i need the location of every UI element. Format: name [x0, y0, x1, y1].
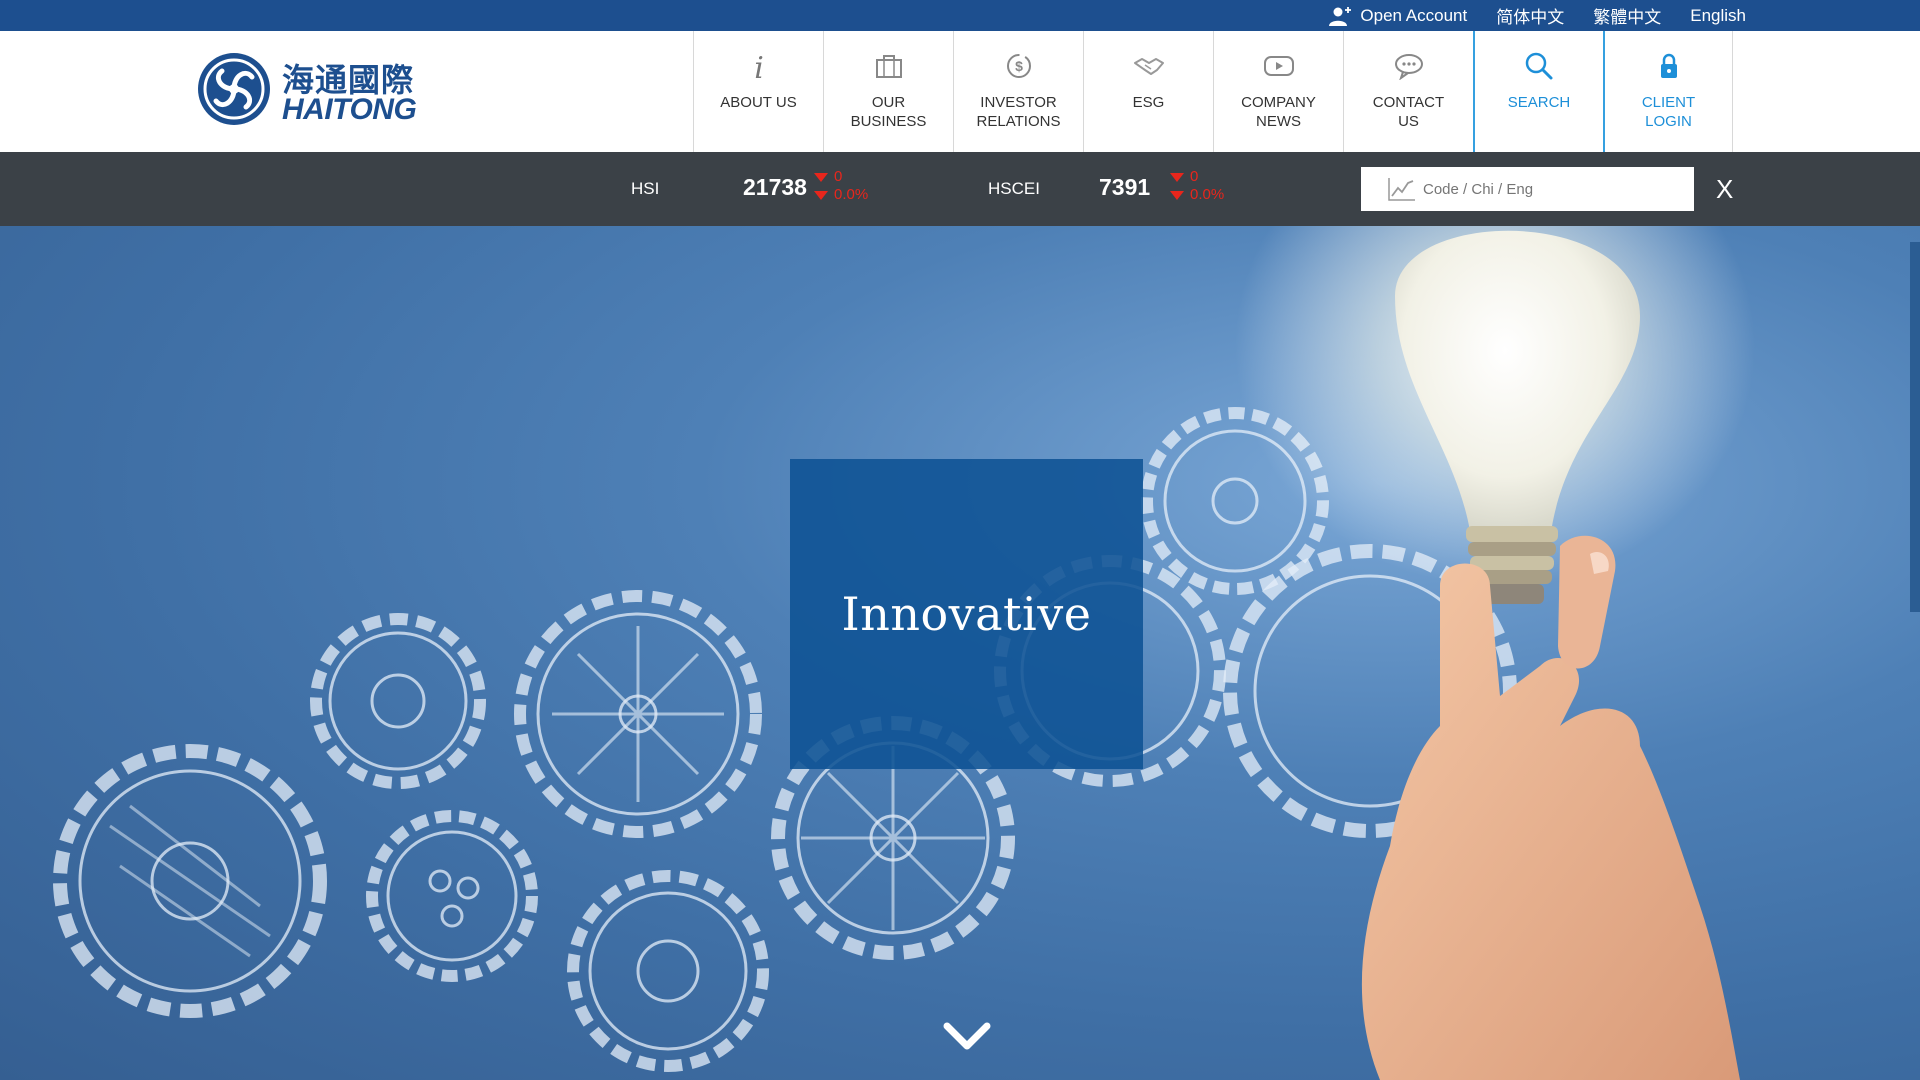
lang-simplified-chinese[interactable]: 简体中文 — [1496, 3, 1564, 28]
svg-text:i: i — [754, 51, 764, 82]
top-utility-bar: Open Account 简体中文 繁體中文 English — [0, 0, 1920, 31]
user-plus-icon — [1329, 6, 1352, 26]
stock-search-box — [1361, 167, 1694, 211]
info-icon: i — [749, 48, 769, 84]
main-nav: i ABOUT US OUR BUSINESS $ INVESTOR RELAT… — [693, 31, 1733, 152]
nav-label: COMPANY NEWS — [1241, 94, 1316, 130]
hscei-label: HSCEI — [988, 179, 1040, 198]
haitong-logo-mark — [198, 53, 270, 125]
hero-caption-box: Innovative — [790, 459, 1143, 769]
hscei-change: 0 0.0% — [1170, 168, 1224, 204]
nav-investor-relations[interactable]: $ INVESTOR RELATIONS — [953, 31, 1083, 152]
gear-2 — [310, 613, 486, 789]
nav-client-login[interactable]: CLIENT LOGIN — [1603, 31, 1733, 152]
down-arrow-icon — [1170, 172, 1184, 182]
hand-illustration — [1361, 535, 1740, 1080]
search-icon — [1524, 48, 1554, 84]
nav-label: OUR BUSINESS — [850, 94, 927, 130]
open-account-label: Open Account — [1360, 5, 1468, 25]
logo-english-text: HAITONG — [282, 93, 417, 126]
nav-label: ESG — [1132, 94, 1165, 111]
hsi-label: HSI — [631, 179, 660, 198]
nav-label: INVESTOR RELATIONS — [976, 94, 1061, 130]
hero-caption: Innovative — [841, 587, 1092, 641]
chart-line-icon — [1388, 178, 1415, 201]
market-ticker-bar: HSI 21738 0 0.0% HSCEI 7391 0 0.0% X — [0, 152, 1920, 226]
open-account-link[interactable]: Open Account — [1328, 5, 1467, 27]
lang-english[interactable]: English — [1690, 6, 1746, 26]
nav-label: CLIENT LOGIN — [1641, 94, 1696, 130]
site-header: 海通國際 HAITONG i ABOUT US OUR BUSINESS $ I… — [0, 31, 1920, 152]
down-arrow-icon — [814, 190, 828, 200]
down-arrow-icon — [1170, 190, 1184, 200]
stock-code-input[interactable] — [1421, 179, 1685, 199]
nav-about-us[interactable]: i ABOUT US — [693, 31, 823, 152]
chat-icon — [1393, 48, 1425, 84]
hscei-value: 7391 — [1099, 174, 1151, 200]
hscei-change-percent: 0.0% — [1190, 186, 1225, 203]
ticker-close-button[interactable]: X — [1716, 174, 1733, 205]
nav-label: ABOUT US — [720, 94, 797, 111]
gear-3 — [514, 590, 762, 838]
utility-links: Open Account 简体中文 繁體中文 English — [1299, 0, 1746, 31]
nav-label: SEARCH — [1507, 94, 1571, 111]
haitong-logo[interactable]: 海通國際 HAITONG — [196, 51, 426, 129]
lang-traditional-chinese[interactable]: 繁體中文 — [1593, 3, 1661, 28]
down-arrow-icon — [814, 172, 828, 182]
svg-text:$: $ — [1015, 58, 1023, 74]
hsi-change-percent: 0.0% — [834, 186, 869, 203]
hero-banner: Innovative — [0, 226, 1920, 1080]
nav-esg[interactable]: ESG — [1083, 31, 1213, 152]
gear-1 — [53, 744, 327, 1018]
nav-search[interactable]: SEARCH — [1473, 31, 1603, 152]
gear-4 — [366, 810, 538, 982]
hsi-change: 0 0.0% — [814, 168, 868, 204]
hsi-change-points: 0 — [834, 168, 843, 185]
handshake-icon — [1133, 48, 1165, 84]
page-scrollbar[interactable] — [1910, 242, 1920, 612]
hscei-change-points: 0 — [1190, 168, 1199, 185]
lock-icon — [1658, 48, 1680, 84]
nav-contact-us[interactable]: CONTACT US — [1343, 31, 1473, 152]
nav-our-business[interactable]: OUR BUSINESS — [823, 31, 953, 152]
dollar-circle-icon: $ — [1004, 48, 1034, 84]
chevron-down-icon[interactable] — [942, 1018, 992, 1054]
hsi-value: 21738 — [743, 174, 807, 200]
nav-company-news[interactable]: COMPANY NEWS — [1213, 31, 1343, 152]
nav-label: CONTACT US — [1372, 94, 1445, 130]
play-icon — [1263, 48, 1295, 84]
gear-5 — [567, 870, 769, 1072]
briefcase-icon — [875, 48, 903, 84]
